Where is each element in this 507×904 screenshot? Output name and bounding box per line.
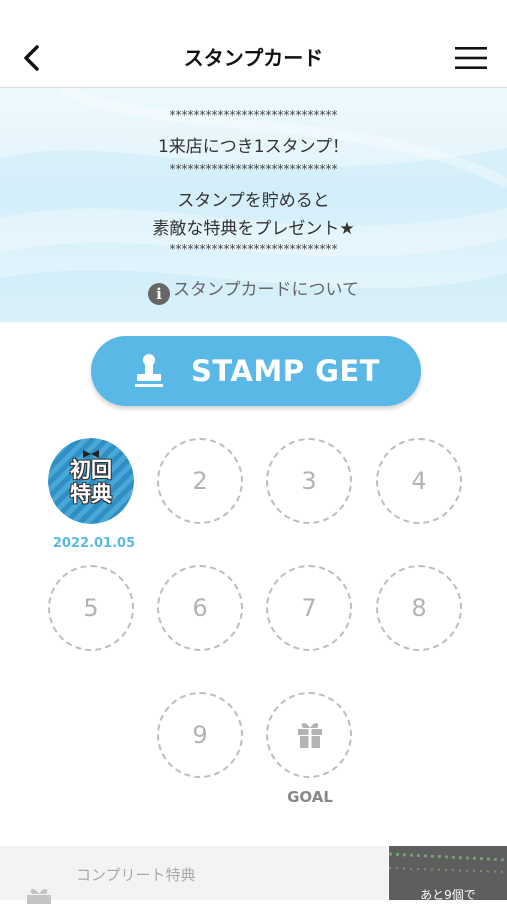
info-banner: **************************** 1来店につき1スタンプ… <box>0 88 507 322</box>
stamp-slot-goal <box>266 692 352 778</box>
stamp-slot-5: 5 <box>48 565 134 651</box>
reward-thumbnail: あと9個で <box>389 846 507 900</box>
stamp-date: 2022.01.05 <box>52 536 136 551</box>
complete-reward-section[interactable]: コンプリート特典 <box>0 846 388 904</box>
banner-divider: **************************** <box>169 162 338 176</box>
complete-reward-title: コンプリート特典 <box>76 866 196 884</box>
stamp-icon <box>135 354 163 387</box>
about-stamp-card-label: スタンプカードについて <box>173 280 359 300</box>
stamp-slot-7: 7 <box>266 565 352 651</box>
about-stamp-card-link[interactable]: i スタンプカードについて <box>0 278 507 305</box>
banner-divider: **************************** <box>169 108 338 122</box>
goal-label: GOAL <box>287 788 333 806</box>
stamp-get-button[interactable]: STAMP GET <box>91 336 421 406</box>
stamp-slot-9: 9 <box>157 692 243 778</box>
stamp-slot-4: 4 <box>376 438 462 524</box>
page-title: スタンプカード <box>183 46 324 70</box>
stamp-slot-1-stamped: 初回 特典 <box>48 438 134 524</box>
banner-line-2: スタンプを貯めると <box>177 191 330 211</box>
hamburger-menu-icon[interactable] <box>455 44 487 72</box>
info-icon: i <box>148 283 170 305</box>
banner-divider: **************************** <box>169 242 338 256</box>
stamp-get-label: STAMP GET <box>191 354 380 388</box>
banner-line-1: 1来店につき1スタンプ！ <box>157 137 350 157</box>
remaining-count-text: あと9個で <box>420 888 476 900</box>
navigation-bar: スタンプカード <box>0 0 507 88</box>
stamp-slot-8: 8 <box>376 565 462 651</box>
first-visit-label-bottom: 特典 <box>70 482 112 506</box>
first-visit-label-top: 初回 <box>70 458 112 482</box>
banner-line-3: 素敵な特典をプレゼント★ <box>152 219 355 239</box>
gift-icon <box>298 723 322 748</box>
stamp-slot-2: 2 <box>157 438 243 524</box>
stamp-slot-3: 3 <box>266 438 352 524</box>
stamp-slot-6: 6 <box>157 565 243 651</box>
gift-icon <box>27 889 51 904</box>
